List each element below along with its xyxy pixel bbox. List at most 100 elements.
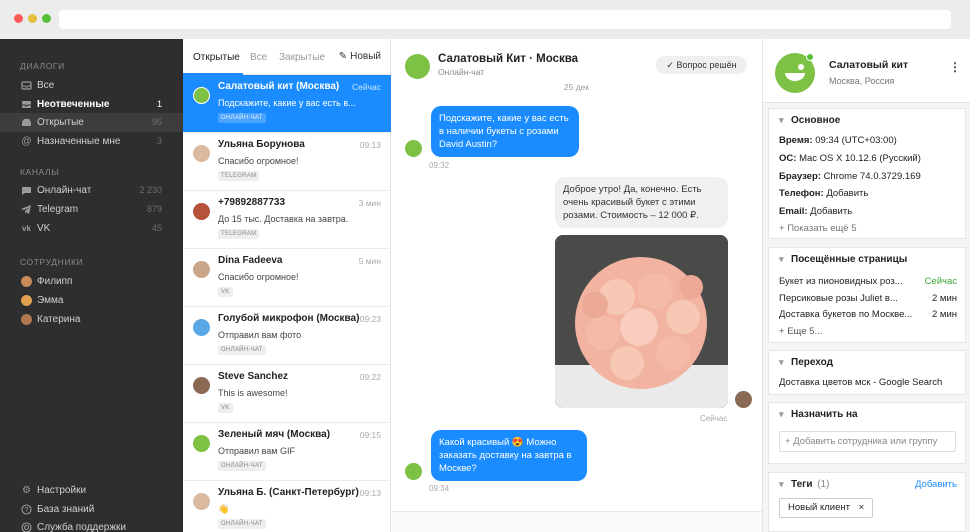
sidebar-item-support[interactable]: Служба поддержки — [0, 518, 183, 532]
sidebar-item-unanswered[interactable]: Неотвеченные 1 — [0, 95, 183, 114]
sidebar-item-label: Филипп — [37, 276, 73, 287]
resolved-label: Вопрос решён — [676, 60, 737, 70]
close-window-dot[interactable] — [14, 14, 23, 23]
sidebar-item-count: 879 — [146, 204, 162, 214]
card-tags: Теги (1) Добавить Новый клиент × — [768, 472, 966, 532]
conversation-preview: Отправил вам фото — [218, 330, 302, 340]
date-separator: 25 дек — [563, 82, 590, 92]
conversation-name: +79892887733 — [218, 197, 286, 208]
conversation-preview: До 15 тыс. Доставка на завтра. — [218, 214, 349, 224]
add-email-link[interactable]: Добавить — [810, 206, 852, 217]
conversation-item[interactable]: Dina Fadeeva 5 мин Спасибо огромное! VK — [183, 249, 391, 307]
remove-tag-icon[interactable]: × — [859, 502, 865, 513]
sidebar: ДИАЛОГИ Все Неотвеченные 1 Открытые 95 @… — [0, 39, 183, 532]
client-header: Салатовый кит Москва, Россия ⋮ — [763, 39, 970, 103]
address-bar[interactable] — [59, 10, 951, 29]
client-name: Салатовый кит — [829, 59, 909, 71]
sidebar-item-knowledge-base[interactable]: ? База знаний — [0, 500, 183, 519]
avatar — [21, 276, 32, 287]
show-more-link[interactable]: + Показать ещё 5 — [779, 223, 857, 234]
tab-open[interactable]: Открытые — [193, 52, 240, 63]
avatar — [193, 435, 210, 452]
conversation-time: 09:13 — [359, 140, 381, 150]
resolved-button[interactable]: ✓ Вопрос решён — [656, 56, 747, 74]
visited-page[interactable]: Доставка букетов по Москве... — [779, 309, 912, 320]
conversation-preview: Подскажите, какие у вас есть в... — [218, 98, 356, 108]
card-title[interactable]: Переход — [779, 357, 833, 368]
avatar — [405, 140, 422, 157]
new-conversation-label: Новый — [350, 51, 381, 62]
sidebar-item-settings[interactable]: ⚙ Настройки — [0, 481, 183, 500]
channel-tag: ОНЛАЙН-ЧАТ — [218, 461, 266, 471]
conversation-item[interactable]: Голубой микрофон (Москва) 09:23 Отправил… — [183, 307, 391, 365]
message-composer[interactable] — [391, 511, 762, 532]
conversation-name: Ульяна Борунова — [218, 139, 305, 150]
sidebar-item-assigned[interactable]: @ Назначенные мне 3 — [0, 132, 183, 151]
card-title[interactable]: Теги (1) — [779, 479, 830, 490]
conversation-time: 3 мин — [358, 198, 381, 208]
sidebar-item-staff-philipp[interactable]: Филипп — [0, 272, 183, 291]
conversation-preview: Спасибо огромное! — [218, 156, 299, 166]
tab-closed[interactable]: Закрытые — [279, 52, 325, 63]
avatar — [193, 319, 210, 336]
visited-time: 2 мин — [931, 293, 957, 304]
channel-tag: ОНЛАЙН-ЧАТ — [218, 519, 266, 529]
visited-time: 2 мин — [931, 309, 957, 320]
chat-subtitle: Онлайн-чат — [438, 67, 485, 77]
svg-text:?: ? — [25, 507, 29, 514]
chat-panel: Салатовый Кит · Москва Онлайн-чат ✓ Вопр… — [391, 39, 762, 532]
channel-tag: ОНЛАЙН-ЧАТ — [218, 113, 266, 123]
message-time: Сейчас — [700, 414, 728, 423]
conversation-item[interactable]: Ульяна Б. (Санкт-Петербург) 09:13 👋 ОНЛА… — [183, 481, 391, 532]
conversation-item[interactable]: Steve Sanchez 09:22 This is awesome! VK — [183, 365, 391, 423]
conversation-time: 09:13 — [359, 488, 381, 498]
conversation-name: Голубой микрофон (Москва) — [218, 313, 360, 324]
card-title[interactable]: Посещённые страницы — [779, 254, 907, 265]
message-time: 09:32 — [429, 161, 450, 170]
avatar — [193, 203, 210, 220]
conversation-time: 09:15 — [359, 430, 381, 440]
minimize-window-dot[interactable] — [28, 14, 37, 23]
sidebar-item-staff-katerina[interactable]: Катерина — [0, 310, 183, 329]
card-visited-pages: Посещённые страницы Букет из пионовидных… — [768, 247, 966, 343]
referral-value: Доставка цветов мск - Google Search — [779, 377, 943, 388]
more-options-icon[interactable]: ⋮ — [949, 60, 961, 74]
conversation-item[interactable]: Ульяна Борунова 09:13 Спасибо огромное! … — [183, 133, 391, 191]
maximize-window-dot[interactable] — [42, 14, 51, 23]
conversation-preview: Спасибо огромное! — [218, 272, 299, 282]
sidebar-item-online-chat[interactable]: Онлайн-чат 2 230 — [0, 181, 183, 200]
card-title[interactable]: Основное — [779, 115, 840, 126]
conversation-item[interactable]: +79892887733 3 мин До 15 тыс. Доставка н… — [183, 191, 391, 249]
support-icon — [21, 522, 32, 532]
avatar — [193, 261, 210, 278]
new-conversation-button[interactable]: ✎ Новый — [339, 51, 381, 62]
tab-all[interactable]: Все — [250, 52, 267, 63]
avatar — [405, 463, 422, 480]
tag-chip[interactable]: Новый клиент × — [779, 498, 874, 518]
add-tag-link[interactable]: Добавить — [915, 479, 957, 490]
sidebar-item-all[interactable]: Все — [0, 76, 183, 95]
bouquet-photo[interactable] — [555, 235, 728, 408]
sidebar-item-label: Эмма — [37, 295, 64, 306]
sidebar-item-open[interactable]: Открытые 95 — [0, 113, 183, 132]
conversation-time: 5 мин — [358, 256, 381, 266]
avatar — [405, 54, 430, 79]
telegram-icon — [21, 204, 32, 215]
conversation-name: Зеленый мяч (Москва) — [218, 429, 331, 440]
visited-page[interactable]: Персиковые розы Juliet в... — [779, 293, 898, 304]
channel-tag: VK — [218, 287, 233, 297]
sidebar-item-staff-emma[interactable]: Эмма — [0, 291, 183, 310]
conversation-item[interactable]: Зеленый мяч (Москва) 09:15 Отправил вам … — [183, 423, 391, 481]
more-pages-link[interactable]: + Еще 5... — [779, 326, 822, 337]
visited-page[interactable]: Букет из пионовидных роз... — [779, 276, 903, 287]
info-row: Браузер: Chrome 74.0.3729.169 — [779, 171, 921, 182]
add-phone-link[interactable]: Добавить — [826, 188, 868, 199]
card-title[interactable]: Назначить на — [779, 409, 858, 420]
sidebar-item-label: Настройки — [37, 485, 87, 496]
assign-input[interactable]: + Добавить сотрудника или группу — [779, 431, 956, 452]
sidebar-item-telegram[interactable]: Telegram 879 — [0, 200, 183, 219]
sidebar-item-label: Назначенные мне — [37, 136, 121, 147]
sidebar-item-vk[interactable]: vk VK 45 — [0, 219, 183, 238]
conversation-item[interactable]: Салатовый кит (Москва) Сейчас Подскажите… — [183, 75, 391, 133]
channel-tag: TELEGRAM — [218, 229, 260, 239]
